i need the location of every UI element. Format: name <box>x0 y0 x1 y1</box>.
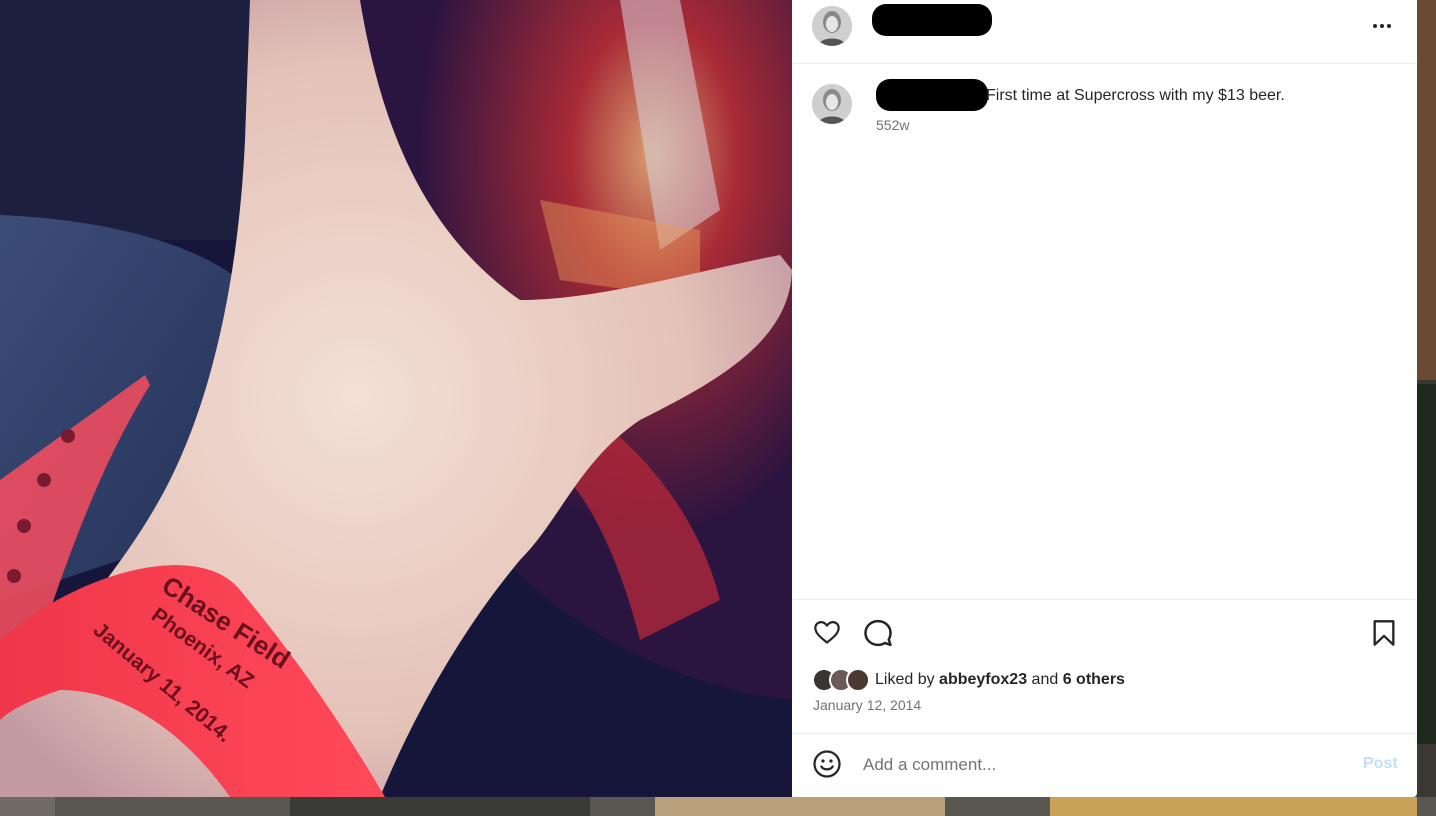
liked-by-prefix: Liked by <box>875 671 935 688</box>
post-caption: First time at Supercross with my $13 bee… <box>986 87 1285 104</box>
post-comment-button[interactable]: Post <box>1363 755 1398 773</box>
bookmark-icon <box>1373 620 1395 646</box>
redacted-username <box>872 4 992 36</box>
background-thumbnail <box>655 797 945 816</box>
post-date[interactable]: January 12, 2014 <box>813 697 921 713</box>
more-horizontal-icon <box>1373 24 1377 28</box>
more-options-button[interactable] <box>1367 12 1397 40</box>
emoji-button[interactable] <box>812 749 842 784</box>
caption-time-ago[interactable]: 552w <box>876 117 909 133</box>
comment-input[interactable] <box>863 751 1333 779</box>
redacted-caption-username <box>876 79 988 111</box>
liked-by-username[interactable]: abbeyfox23 <box>939 671 1027 688</box>
background-thumbnail <box>0 797 55 816</box>
likes-text: Liked by abbeyfox23 and 6 others <box>875 671 1125 689</box>
comment-bubble-icon <box>864 619 892 647</box>
background-thumbnail <box>1417 384 1436 744</box>
like-button[interactable] <box>812 618 842 651</box>
background-thumbnail <box>1050 797 1417 816</box>
post-photo-image: Chase Field Phoenix, AZ January 11, 2014… <box>0 0 792 797</box>
heart-icon <box>814 620 840 644</box>
likes-summary[interactable]: Liked by abbeyfox23 and 6 others <box>812 668 1125 692</box>
smiley-icon <box>813 750 841 778</box>
more-dot <box>1380 24 1384 28</box>
post-photo[interactable]: Chase Field Phoenix, AZ January 11, 2014… <box>0 0 792 797</box>
liked-by-and: and <box>1031 671 1059 688</box>
liked-by-others-link[interactable]: 6 others <box>1063 671 1125 688</box>
comment-composer: Post <box>792 733 1417 797</box>
more-dot <box>1387 24 1391 28</box>
avatar-image <box>812 6 852 46</box>
background-thumbnail <box>290 797 590 816</box>
post-header <box>792 0 1417 64</box>
post-actions-section <box>792 599 1417 734</box>
caption-avatar[interactable] <box>812 84 852 124</box>
comment-button[interactable] <box>863 618 893 653</box>
post-detail-panel: First time at Supercross with my $13 bee… <box>792 0 1417 797</box>
avatar[interactable] <box>812 6 852 46</box>
avatar-image <box>812 84 852 124</box>
background-thumbnail <box>1417 0 1436 380</box>
save-button[interactable] <box>1370 618 1398 653</box>
liker-avatar <box>846 668 870 692</box>
